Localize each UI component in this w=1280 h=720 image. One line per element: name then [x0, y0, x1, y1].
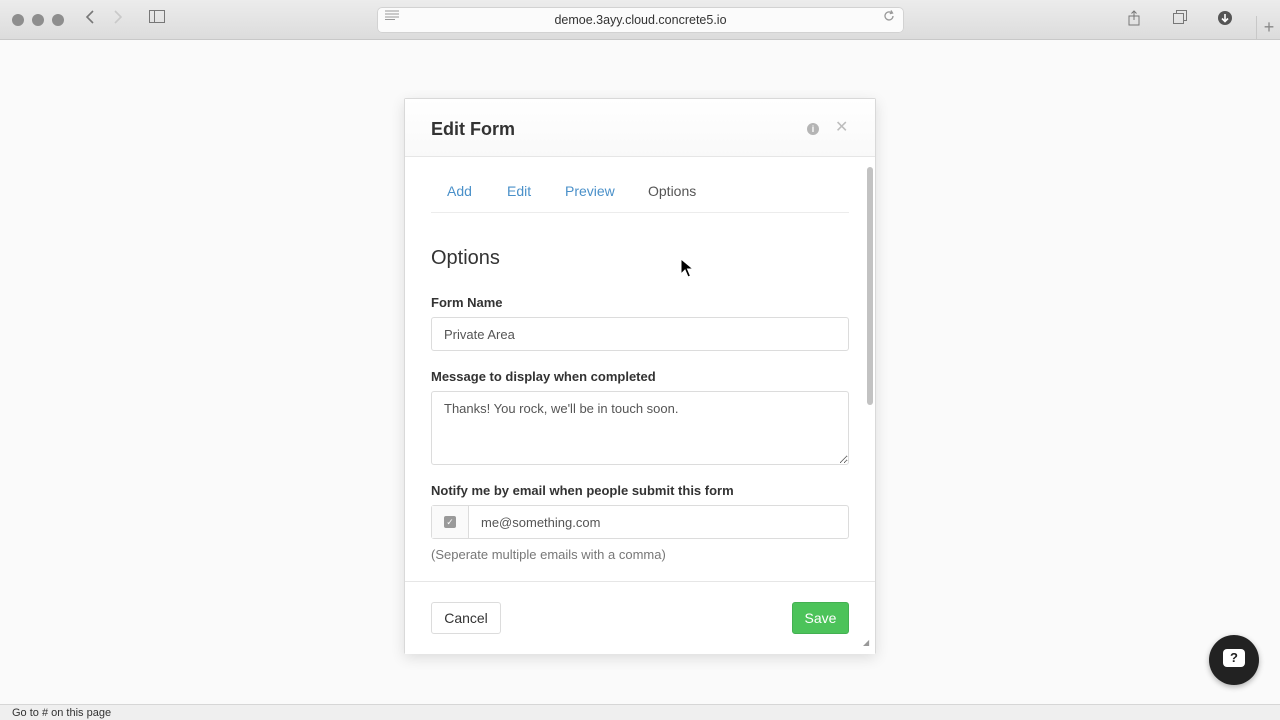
close-window-button[interactable] [12, 14, 24, 26]
tab-add[interactable]: Add [447, 183, 472, 199]
notify-checkbox[interactable]: ✓ [444, 516, 456, 528]
status-bar: Go to # on this page [0, 704, 1280, 720]
resize-grip-icon[interactable]: ◢ [863, 639, 871, 647]
new-tab-button[interactable]: + [1256, 16, 1280, 40]
section-title: Options [431, 247, 500, 269]
cancel-button[interactable]: Cancel [431, 602, 501, 634]
notify-checkbox-addon: ✓ [432, 506, 469, 538]
question-icon: ? [1223, 649, 1245, 667]
completion-message-label: Message to display when completed [431, 369, 656, 384]
notify-email-help: (Seperate multiple emails with a comma) [431, 547, 666, 562]
forward-icon[interactable] [107, 10, 129, 30]
address-bar[interactable]: demoe.3ayy.cloud.concrete5.io [377, 7, 904, 33]
tabs-overview-icon[interactable] [1169, 10, 1191, 30]
dialog-title: Edit Form [431, 119, 515, 139]
save-button[interactable]: Save [792, 602, 849, 634]
form-name-input[interactable] [431, 317, 849, 351]
notify-email-group: ✓ [431, 505, 849, 539]
url-text: demoe.3ayy.cloud.concrete5.io [554, 13, 727, 27]
sidebar-icon[interactable] [146, 10, 168, 30]
browser-toolbar: demoe.3ayy.cloud.concrete5.io + [0, 0, 1280, 40]
zoom-window-button[interactable] [52, 14, 64, 26]
notify-email-label: Notify me by email when people submit th… [431, 483, 734, 498]
info-icon[interactable]: i [807, 123, 819, 135]
completion-message-textarea[interactable]: Thanks! You rock, we'll be in touch soon… [431, 391, 849, 465]
tab-preview[interactable]: Preview [565, 183, 615, 199]
notify-email-input[interactable] [469, 506, 847, 538]
help-chat-button[interactable]: ? [1209, 635, 1259, 685]
dialog-footer: Cancel Save [405, 581, 875, 654]
reload-icon[interactable] [878, 10, 900, 30]
form-name-label: Form Name [431, 295, 503, 310]
scrollbar-thumb[interactable] [867, 167, 873, 405]
minimize-window-button[interactable] [32, 14, 44, 26]
status-text: Go to # on this page [12, 707, 112, 719]
download-icon[interactable] [1214, 10, 1236, 30]
edit-form-dialog: Edit Form i ✕ Add Edit Preview Options O… [404, 98, 876, 654]
share-icon[interactable] [1123, 10, 1145, 30]
tab-bar: Add Edit Preview Options [431, 157, 849, 213]
dialog-body: Add Edit Preview Options Options Form Na… [431, 157, 849, 581]
mouse-cursor-icon [680, 258, 694, 278]
dialog-header: Edit Form i ✕ [405, 99, 875, 157]
close-icon[interactable]: ✕ [835, 119, 848, 137]
tab-options[interactable]: Options [648, 183, 696, 199]
tab-edit[interactable]: Edit [507, 183, 531, 199]
back-icon[interactable] [79, 10, 101, 30]
dialog-scrollbar[interactable] [867, 167, 873, 579]
